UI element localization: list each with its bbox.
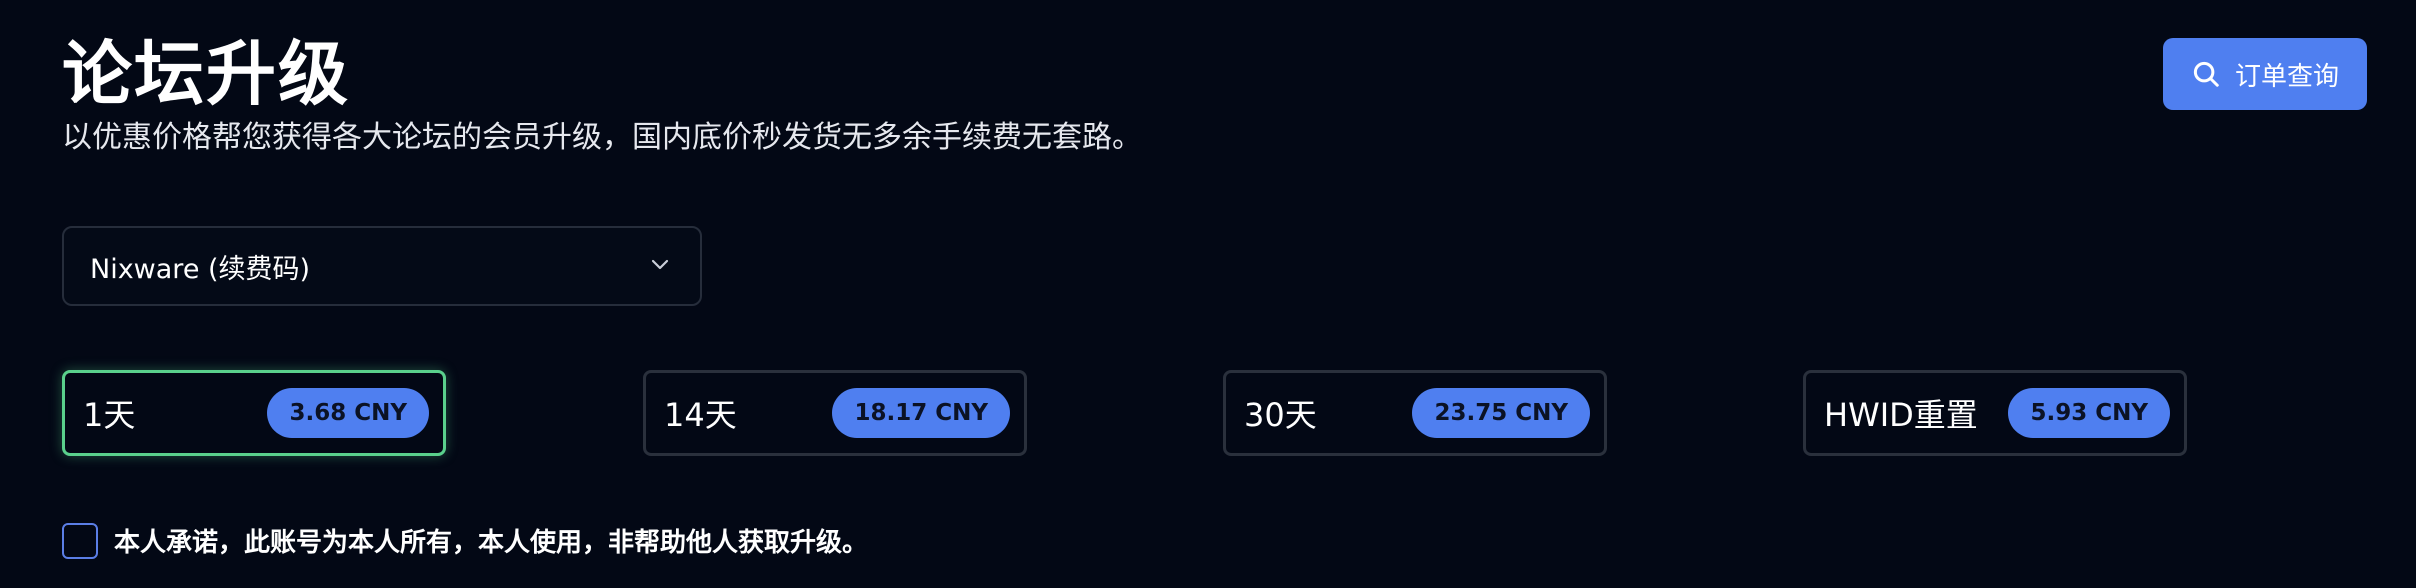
agreement-row: 本人承诺，此账号为本人所有，本人使用，非帮助他人获取升级。 [62,522,868,559]
product-select-value: Nixware (续费码) [90,253,311,285]
plan-label: 1天 [83,396,136,434]
agreement-checkbox[interactable] [62,522,98,559]
plan-label: HWID重置 [1824,396,1978,434]
forum-upgrade-page: 论坛升级 以优惠价格帮您获得各大论坛的会员升级，国内底价秒发货无多余手续费无套路… [0,0,2416,588]
order-query-button[interactable]: 订单查询 [2163,38,2367,110]
price-badge: 3.68 CNY [267,388,429,438]
price-badge: 5.93 CNY [2008,388,2170,438]
order-query-label: 订单查询 [2234,61,2339,92]
page-subtitle: 以优惠价格帮您获得各大论坛的会员升级，国内底价秒发货无多余手续费无套路。 [62,120,1142,155]
price-badge: 18.17 CNY [832,388,1010,438]
chevron-down-icon [648,252,672,280]
plan-label: 30天 [1244,396,1317,434]
plan-card-30-days[interactable]: 30天 23.75 CNY [1223,370,1607,456]
plan-card-14-days[interactable]: 14天 18.17 CNY [643,370,1027,456]
agreement-text[interactable]: 本人承诺，此账号为本人所有，本人使用，非帮助他人获取升级。 [114,522,868,559]
search-icon [2191,59,2221,89]
plan-card-hwid-reset[interactable]: HWID重置 5.93 CNY [1803,370,2187,456]
page-title: 论坛升级 [62,33,350,115]
price-badge: 23.75 CNY [1412,388,1590,438]
plan-label: 14天 [664,396,737,434]
plan-card-1-day[interactable]: 1天 3.68 CNY [62,370,446,456]
product-select[interactable]: Nixware (续费码) [62,226,702,306]
